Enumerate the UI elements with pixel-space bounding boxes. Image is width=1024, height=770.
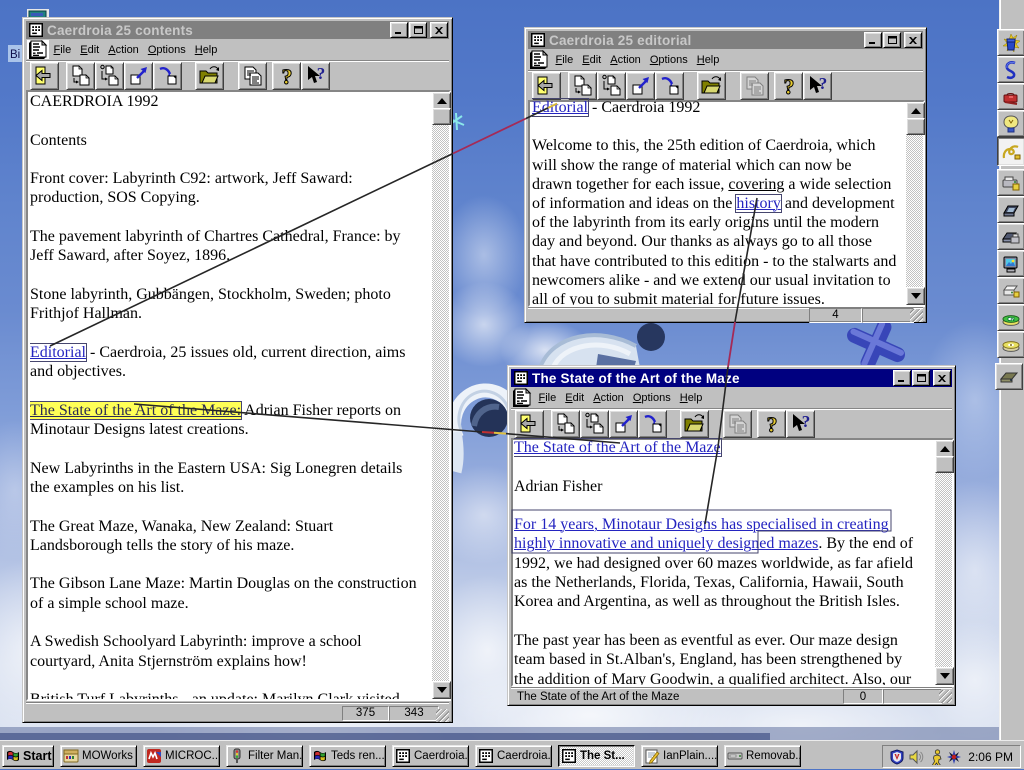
svg-text:Bi: Bi	[10, 49, 20, 61]
svg-text:CN: CN	[1007, 317, 1015, 323]
